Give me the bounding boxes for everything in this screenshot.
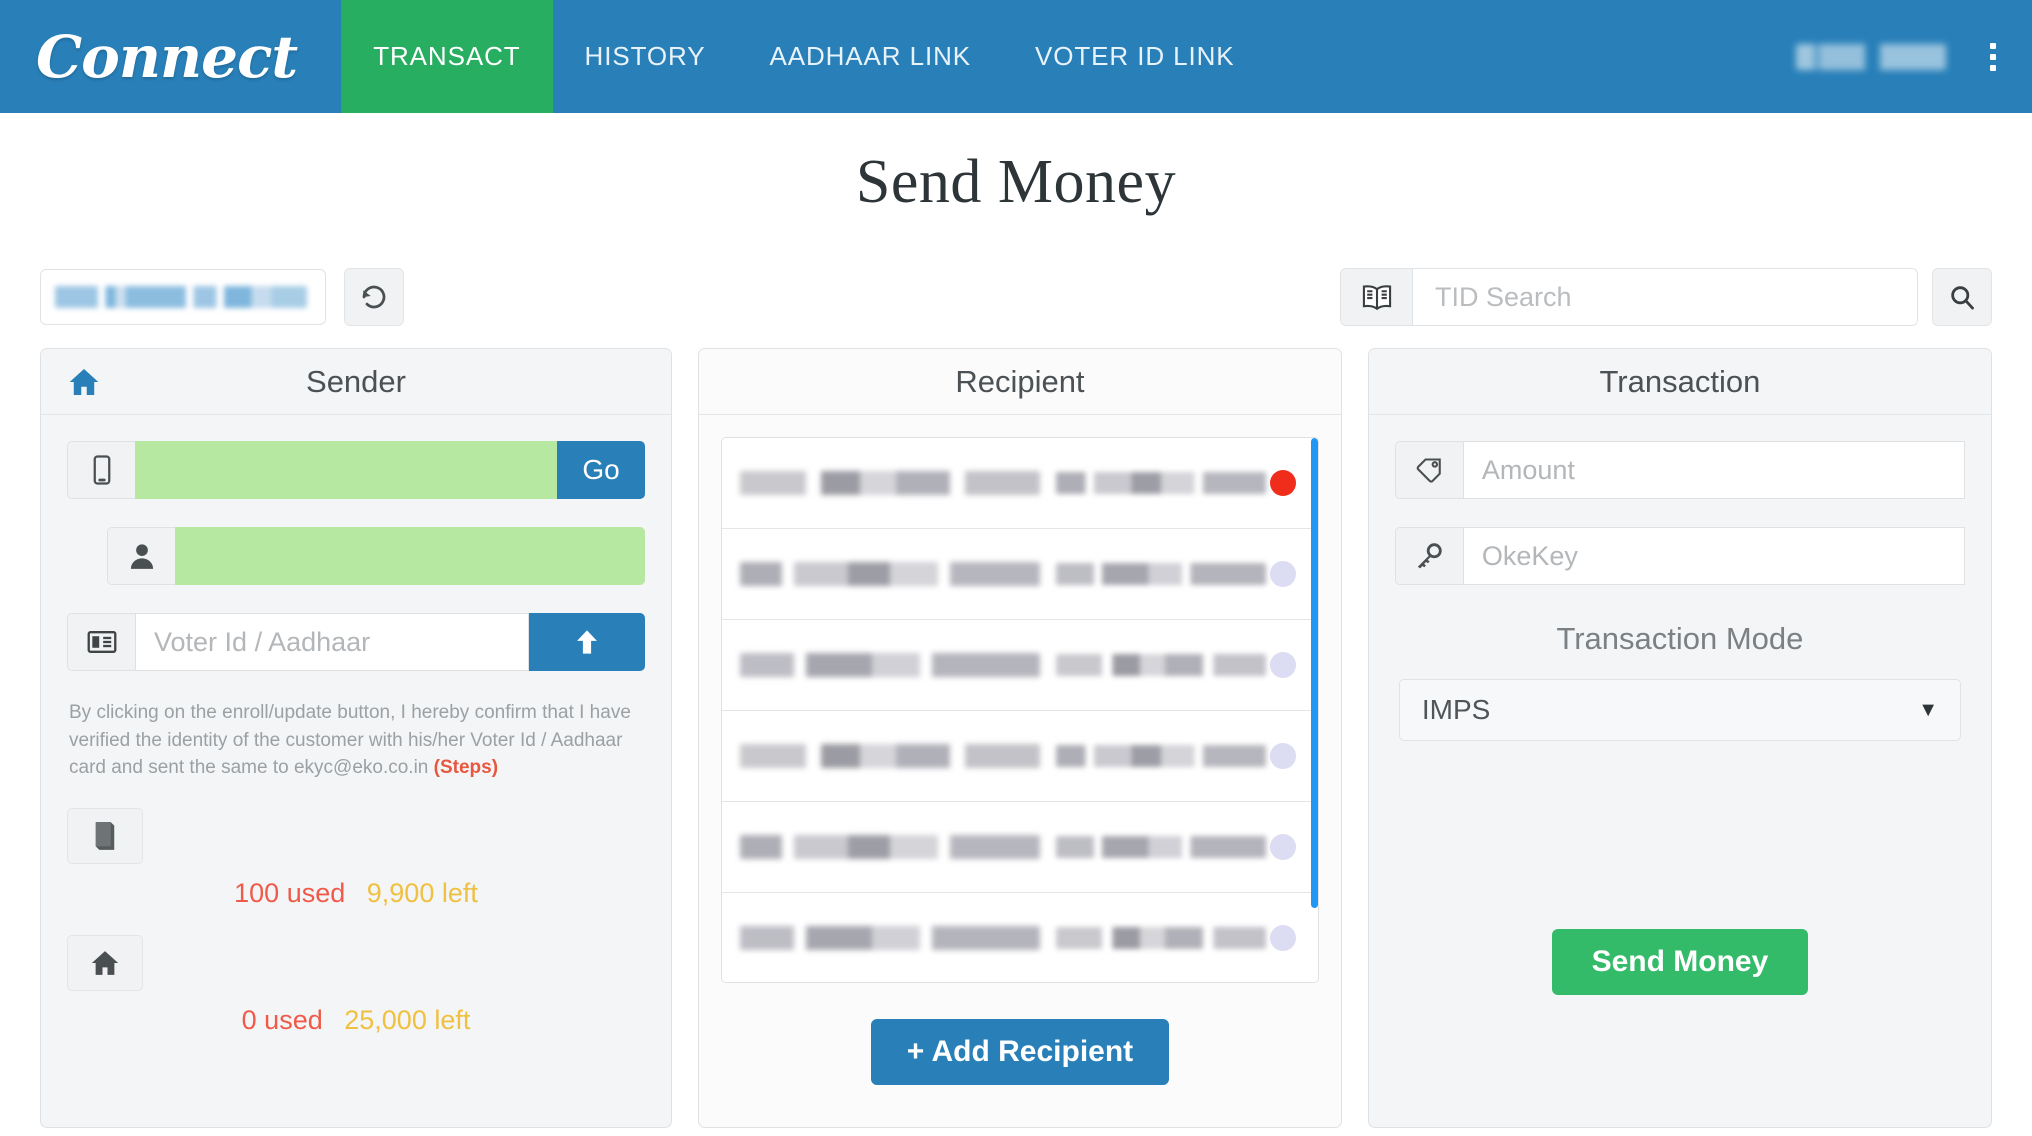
transaction-mode-label: Transaction Mode — [1556, 621, 1804, 656]
recipient-name-redacted — [740, 835, 1041, 859]
panels-container: Sender Go Voter Id / Aadhaar By clicking… — [0, 342, 2032, 1128]
mobile-icon — [67, 441, 135, 499]
tab-transact[interactable]: TRANSACT — [341, 0, 553, 113]
book-icon[interactable] — [67, 807, 143, 864]
chevron-down-icon: ▼ — [1918, 698, 1938, 721]
table-row[interactable] — [722, 802, 1318, 893]
status-badge — [1269, 834, 1296, 860]
status-badge — [1269, 561, 1296, 587]
status-badge — [1269, 470, 1296, 496]
sender-go-button[interactable]: Go — [557, 441, 646, 499]
id-card-icon — [67, 613, 135, 671]
status-badge — [1269, 743, 1296, 769]
sender-panel: Sender Go Voter Id / Aadhaar By clicking… — [40, 348, 673, 1128]
send-money-button[interactable]: Send Money — [1551, 929, 1809, 995]
amount-input[interactable] — [1462, 441, 1965, 499]
agent-id-field[interactable] — [40, 269, 326, 325]
brand-logo[interactable]: Connect — [0, 0, 341, 113]
table-row[interactable] — [722, 893, 1318, 982]
limit-left-monthly: 9,900 left — [366, 877, 478, 908]
tab-history[interactable]: HISTORY — [553, 0, 738, 113]
kyc-disclaimer-text: By clicking on the enroll/update button,… — [69, 702, 631, 779]
nav-tabs: TRANSACT HISTORY AADHAAR LINK VOTER ID L… — [341, 0, 1266, 113]
home-icon[interactable] — [67, 934, 143, 991]
sender-mobile-group: Go — [67, 441, 646, 499]
book-icon — [1341, 269, 1413, 325]
toolbar — [0, 232, 2032, 342]
kyc-disclaimer: By clicking on the enroll/update button,… — [69, 699, 643, 782]
agent-id-redacted — [55, 286, 307, 308]
home-icon[interactable] — [67, 367, 101, 397]
refresh-icon[interactable] — [344, 268, 404, 326]
sender-name-group — [67, 527, 646, 585]
table-row[interactable] — [722, 529, 1318, 620]
page-title: Send Money — [855, 148, 1177, 216]
limit-block-home: 0 used 25,000 left — [67, 934, 645, 1036]
sender-voter-input[interactable] — [135, 613, 530, 671]
transaction-mode-select[interactable]: IMPS ▼ — [1398, 679, 1961, 741]
limit-left-home: 25,000 left — [344, 1004, 471, 1035]
tid-search-group — [1340, 268, 1918, 326]
kebab-menu-icon[interactable] — [1980, 33, 2006, 81]
limit-used-home: 0 used — [241, 1004, 323, 1035]
transaction-panel-header: Transaction — [1368, 349, 1991, 415]
send-money-wrap: Send Money — [1399, 929, 1961, 995]
upload-arrow-icon[interactable] — [529, 613, 646, 671]
sender-mobile-input[interactable] — [135, 441, 558, 499]
limit-text-monthly: 100 used 9,900 left — [67, 878, 645, 909]
recipient-panel-title: Recipient — [955, 363, 1085, 399]
tid-search-area — [1340, 268, 1992, 326]
transaction-panel-title: Transaction — [1599, 363, 1761, 399]
limit-text-home: 0 used 25,000 left — [67, 1005, 645, 1036]
tid-search-input[interactable] — [1413, 269, 1917, 325]
transaction-mode-group: Transaction Mode IMPS ▼ Send Money — [1369, 621, 1991, 995]
recipient-name-redacted — [740, 653, 1041, 677]
table-row[interactable] — [722, 438, 1318, 529]
tag-icon — [1394, 441, 1463, 499]
navbar-right — [1796, 0, 2032, 113]
sender-name-input[interactable] — [175, 527, 646, 585]
recipient-name-redacted — [740, 562, 1041, 586]
sender-panel-body: Go Voter Id / Aadhaar By clicking on the… — [41, 415, 671, 1036]
recipient-name-redacted — [740, 471, 1041, 495]
recipient-name-redacted — [740, 744, 1041, 768]
recipient-list — [721, 437, 1319, 983]
tab-aadhaar-link[interactable]: AADHAAR LINK — [737, 0, 1003, 113]
table-row[interactable] — [722, 620, 1318, 711]
add-recipient-button[interactable]: + Add Recipient — [870, 1019, 1170, 1085]
recipient-list-scrollbar[interactable] — [1310, 438, 1318, 908]
key-icon — [1394, 527, 1463, 585]
limit-used-monthly: 100 used — [234, 877, 346, 908]
recipient-name-redacted — [740, 926, 1041, 950]
recipient-account-redacted — [1056, 563, 1267, 585]
amount-group — [1394, 441, 1965, 499]
recipient-account-redacted — [1056, 654, 1267, 676]
kyc-steps-link[interactable]: (Steps) — [434, 757, 498, 778]
okekey-input[interactable] — [1462, 527, 1965, 585]
recipient-account-redacted — [1056, 472, 1267, 494]
username-redacted — [1796, 43, 1946, 70]
add-recipient-wrap: + Add Recipient — [721, 983, 1319, 1085]
tab-voter-id-link[interactable]: VOTER ID LINK — [1003, 0, 1267, 113]
okekey-group — [1394, 527, 1965, 585]
sender-voter-group — [67, 613, 646, 671]
person-icon — [107, 527, 175, 585]
transaction-panel-body — [1369, 415, 1991, 585]
status-badge — [1269, 652, 1296, 678]
sender-panel-title: Sender — [306, 363, 406, 399]
top-navbar: Connect TRANSACT HISTORY AADHAAR LINK VO… — [0, 0, 2032, 113]
recipient-account-redacted — [1056, 927, 1267, 949]
status-badge — [1269, 925, 1296, 951]
recipient-panel-header: Recipient — [699, 349, 1341, 415]
transaction-mode-value: IMPS — [1421, 694, 1491, 725]
recipient-account-redacted — [1056, 745, 1267, 767]
limit-block-monthly: 100 used 9,900 left — [67, 807, 645, 909]
sender-panel-header: Sender — [41, 349, 672, 415]
recipient-account-redacted — [1056, 836, 1267, 858]
table-row[interactable] — [722, 711, 1318, 802]
transaction-panel: Transaction Amount OkeKey Transaction Mo… — [1367, 348, 1992, 1128]
recipient-list-wrap: + Add Recipient — [699, 415, 1341, 1085]
search-icon[interactable] — [1932, 268, 1992, 326]
recipient-panel: Recipient + Add Recipient — [698, 348, 1342, 1128]
